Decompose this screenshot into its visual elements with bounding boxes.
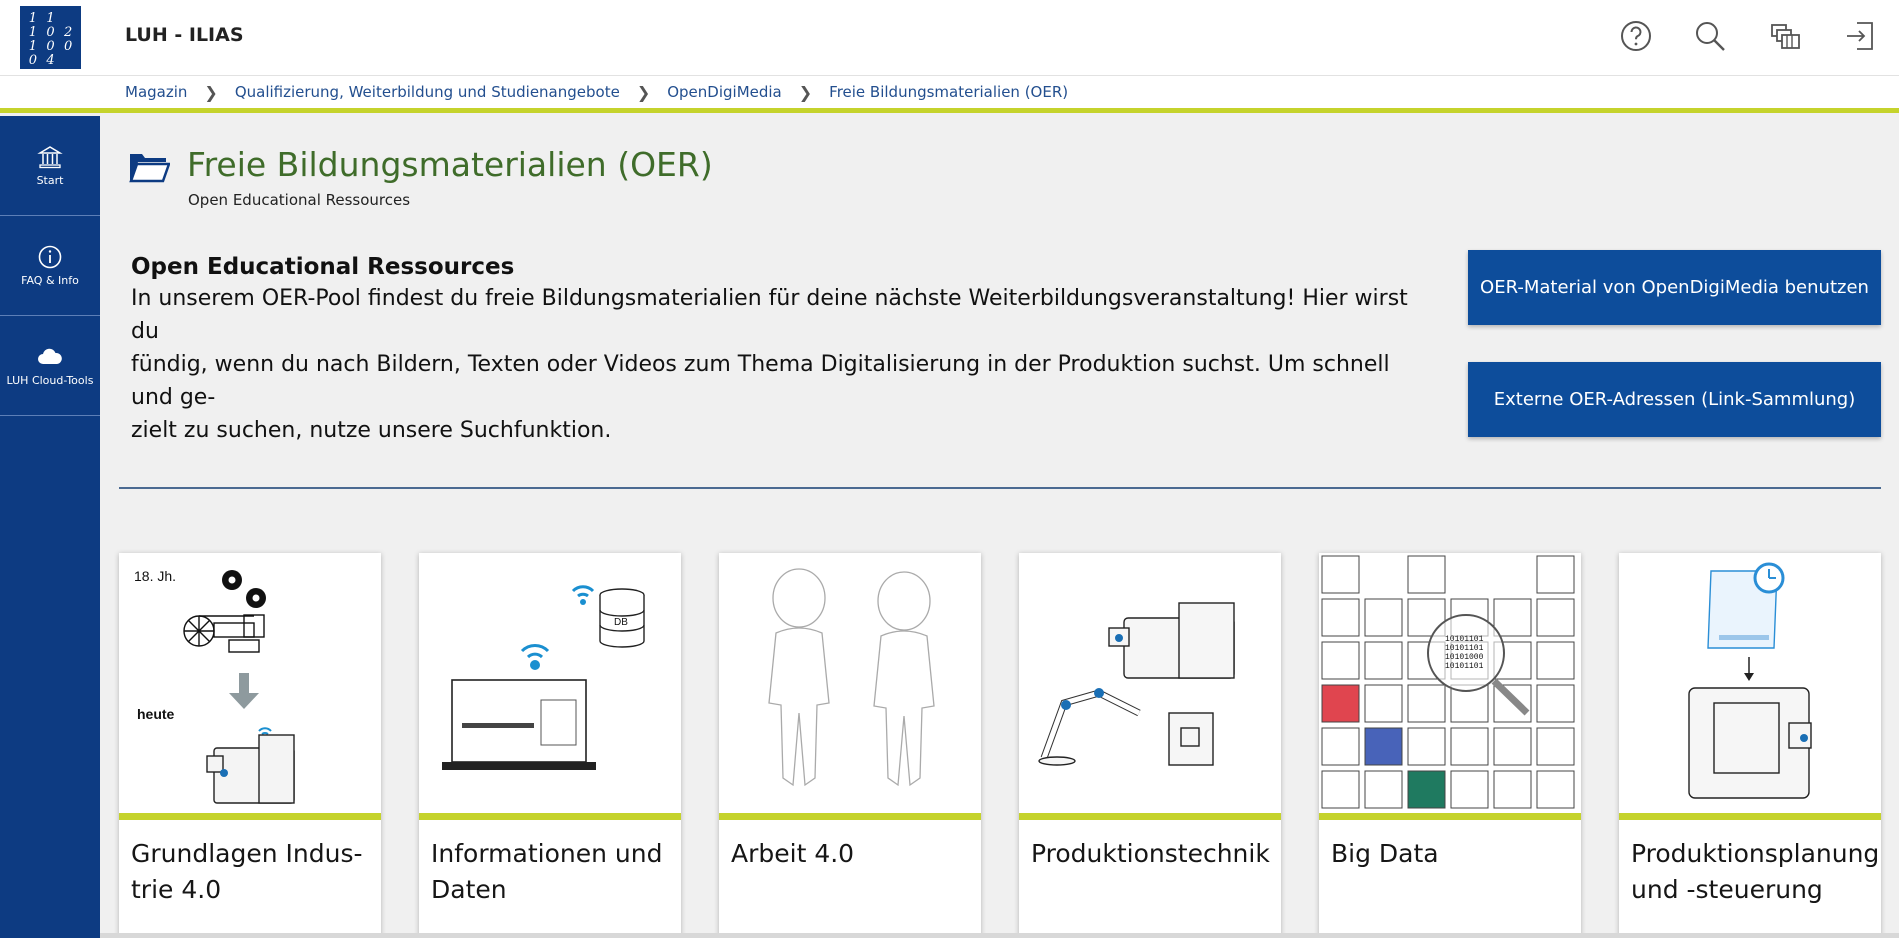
tile-image <box>1619 553 1881 813</box>
help-icon[interactable] <box>1616 16 1656 56</box>
tile-image-text: heute <box>137 706 175 722</box>
sidebar-item-faq[interactable]: FAQ & Info <box>0 216 100 316</box>
tile-image: 18. Jh. heute <box>119 553 381 813</box>
tile-label: Grundlagen Indus-trie 4.0 <box>131 839 363 904</box>
tile-image <box>1019 553 1281 813</box>
grid-cell <box>1536 727 1575 766</box>
grid-cell <box>1493 727 1532 766</box>
tile-image: DB <box>419 553 681 813</box>
folder-icon <box>129 154 170 183</box>
grid-cell <box>1321 770 1360 809</box>
tile-image <box>719 553 981 813</box>
grid-cell <box>1493 770 1532 809</box>
tile-image-text: 10101101 <box>1445 635 1484 644</box>
breadcrumb-item-opendigimedia[interactable]: OpenDigiMedia <box>667 83 782 101</box>
grid-cell <box>1536 684 1575 723</box>
tile-big-data[interactable]: 10101101 10101101 10101000 10101101 Big … <box>1319 553 1581 938</box>
tile-image-text: 18. Jh. <box>134 568 176 584</box>
search-icon[interactable] <box>1690 16 1730 56</box>
grid-cell <box>1536 770 1575 809</box>
luh-logo[interactable]: 1 1 1 0 2 1 0 0 0 4 <box>20 6 81 69</box>
intro-heading: Open Educational Ressources <box>131 254 515 280</box>
tile-informationen-daten[interactable]: DB Informationen und Daten <box>419 553 681 938</box>
grid-cell <box>1450 727 1489 766</box>
tile-image: 10101101 10101101 10101000 10101101 <box>1319 553 1581 813</box>
intro-line: fündig, wenn du nach Bildern, Texten ode… <box>131 352 1390 410</box>
sidebar-item-label: FAQ & Info <box>21 274 79 287</box>
grid-cell <box>1536 641 1575 680</box>
page-subtitle: Open Educational Ressources <box>188 191 411 209</box>
sidebar-item-label: LUH Cloud-Tools <box>6 374 94 387</box>
tile-accent-bar <box>719 813 981 820</box>
tile-label: Produktionstechnik <box>1031 839 1270 868</box>
grid-cell <box>1407 684 1446 723</box>
grid-cell <box>1321 641 1360 680</box>
header: 1 1 1 0 2 1 0 0 0 4 LUH - ILIAS <box>0 0 1899 76</box>
tile-accent-bar <box>1319 813 1581 820</box>
tile-label: Informationen und Daten <box>431 839 663 904</box>
grid-cell <box>1407 555 1446 594</box>
building-icon <box>37 146 63 169</box>
bottom-edge <box>100 933 1899 938</box>
external-oer-links-button[interactable]: Externe OER-Adressen (Link-Sammlung) <box>1468 362 1881 437</box>
tile-accent-bar <box>419 813 681 820</box>
tile-image-text: DB <box>614 617 628 628</box>
tile-label: Big Data <box>1331 839 1439 868</box>
notification-center-icon[interactable] <box>1766 16 1806 56</box>
divider <box>119 487 1881 489</box>
sidebar-item-start[interactable]: Start <box>0 116 100 216</box>
page-title: Freie Bildungsmaterialien (OER) <box>187 145 713 184</box>
grid-cell <box>1493 598 1532 637</box>
grid-cell <box>1321 555 1360 594</box>
tile-label: Produktionsplanung und -steuerung <box>1631 839 1880 904</box>
grid-cell <box>1321 727 1360 766</box>
intro-line: In unserem OER-Pool findest du freie Bil… <box>131 286 1408 344</box>
tile-image-text: 10101101 <box>1445 644 1484 653</box>
grid-cell <box>1450 770 1489 809</box>
tile-produktionstechnik[interactable]: Produktionstechnik <box>1019 553 1281 938</box>
breadcrumb-item-magazin[interactable]: Magazin <box>125 83 187 101</box>
main-sidebar: Start FAQ & Info LUH Cloud-Tools <box>0 116 100 938</box>
tile-accent-bar <box>119 813 381 820</box>
grid-cell <box>1407 770 1446 809</box>
chevron-right-icon: ❯ <box>798 82 813 102</box>
chevron-right-icon: ❯ <box>204 82 218 102</box>
grid-cell <box>1407 727 1446 766</box>
tile-accent-bar <box>1019 813 1281 820</box>
grid-cell <box>1364 727 1403 766</box>
grid-cell <box>1536 555 1575 594</box>
breadcrumb-item-qualifizierung[interactable]: Qualifizierung, Weiterbildung und Studie… <box>235 83 620 101</box>
tile-arbeit-4-0[interactable]: Arbeit 4.0 <box>719 553 981 938</box>
grid-cell <box>1321 598 1360 637</box>
tile-grundlagen-industrie[interactable]: 18. Jh. heute Grundlagen Indus-trie 4.0 <box>119 553 381 938</box>
tile-produktionsplanung[interactable]: Produktionsplanung und -steuerung <box>1619 553 1881 938</box>
tile-label: Arbeit 4.0 <box>731 839 855 868</box>
oer-material-button[interactable]: OER-Material von OpenDigiMedia benutzen <box>1468 250 1881 325</box>
intro-block: Open Educational Ressources In unserem O… <box>131 252 1421 447</box>
breadcrumb: Magazin ❯ Qualifizierung, Weiterbildung … <box>0 76 1899 113</box>
tile-accent-bar <box>1619 813 1881 820</box>
info-icon <box>38 245 62 269</box>
sidebar-item-cloud-tools[interactable]: LUH Cloud-Tools <box>0 316 100 416</box>
intro-line: zielt zu suchen, nutze unsere Suchfunkti… <box>131 418 612 443</box>
breadcrumb-item-current[interactable]: Freie Bildungsmaterialien (OER) <box>829 83 1068 101</box>
tile-image-text: 10101101 <box>1445 662 1484 671</box>
cloud-icon <box>38 348 62 364</box>
grid-cell <box>1364 598 1403 637</box>
grid-cell <box>1536 598 1575 637</box>
app-title[interactable]: LUH - ILIAS <box>125 24 244 46</box>
sidebar-item-label: Start <box>36 174 64 187</box>
logout-icon[interactable] <box>1840 16 1880 56</box>
grid-cell <box>1364 641 1403 680</box>
grid-cell <box>1321 684 1360 723</box>
tile-image-text: 10101000 <box>1445 653 1484 662</box>
chevron-right-icon: ❯ <box>636 82 651 102</box>
grid-cell <box>1364 684 1403 723</box>
grid-cell <box>1364 770 1403 809</box>
